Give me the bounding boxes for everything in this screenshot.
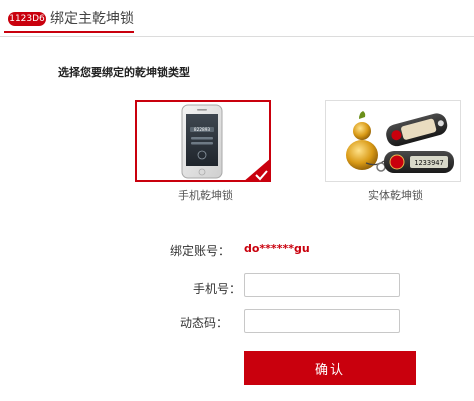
account-value: do******gu (244, 242, 310, 255)
confirm-button[interactable]: 确认 (244, 351, 416, 385)
dynamic-code-input[interactable] (244, 309, 400, 333)
phone-label: 手机号： (193, 282, 242, 296)
page-title: 绑定主乾坤锁 (50, 11, 134, 27)
token-display-code: 1233947 (414, 159, 444, 167)
header-badge: 1123D6 (8, 12, 46, 26)
type-selection-prompt: 选择您要绑定的乾坤锁类型 (58, 66, 190, 79)
selected-check-icon (243, 158, 271, 182)
option-mobile-lock-label[interactable]: 手机乾坤锁 (178, 187, 233, 203)
page-header: 1123D6 绑定主乾坤锁 (0, 0, 474, 37)
option-physical-lock-label[interactable]: 实体乾坤锁 (368, 187, 423, 203)
header-tab: 1123D6 绑定主乾坤锁 (4, 5, 134, 33)
option-physical-lock[interactable]: 1233947 (325, 100, 461, 182)
phone-input[interactable] (244, 273, 400, 297)
option-mobile-lock[interactable]: 822893 (135, 100, 271, 182)
phone-screen-code: 822893 (194, 127, 211, 133)
physical-token-image: 1233947 (346, 111, 454, 173)
account-label: 绑定账号： (170, 244, 231, 258)
dynamic-code-label: 动态码： (180, 316, 229, 330)
